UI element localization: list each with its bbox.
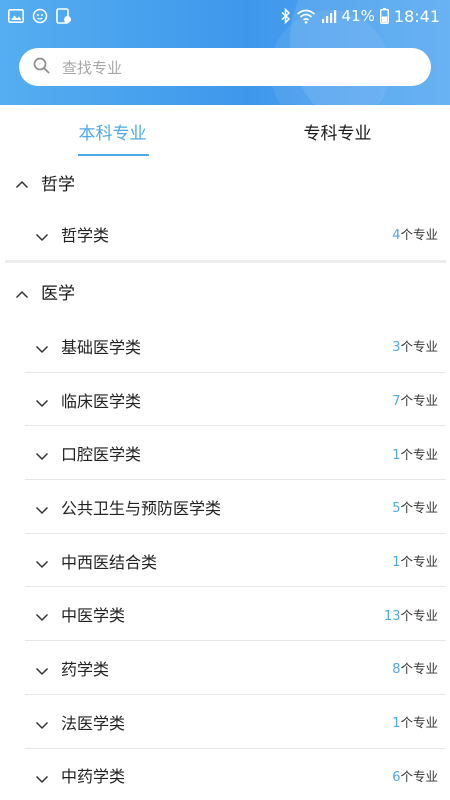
major-count: 1个专业 — [392, 554, 438, 571]
category-name: 公共卫生与预防医学类 — [61, 498, 222, 518]
degree-tabs: 本科专业 专科专业 — [0, 105, 450, 157]
chevron-down-icon — [35, 715, 49, 734]
section-title: 医学 — [41, 283, 75, 304]
app-header: 41% 18:41 查找专业 — [0, 0, 450, 105]
major-count: 5个专业 — [392, 500, 438, 517]
search-placeholder: 查找专业 — [62, 58, 123, 77]
list-item[interactable]: 公共卫生与预防医学类 5个专业 — [0, 480, 450, 534]
chevron-up-icon — [15, 174, 29, 193]
gallery-notification-icon — [8, 9, 24, 23]
section-title: 哲学 — [41, 174, 75, 195]
chevron-down-icon — [35, 500, 49, 519]
major-count: 6个专业 — [392, 768, 438, 785]
section-header-philosophy[interactable]: 哲学 — [0, 157, 450, 207]
list-item[interactable]: 哲学类 4个专业 — [0, 207, 450, 260]
bluetooth-icon — [281, 8, 291, 24]
list-item[interactable]: 药学类 8个专业 — [0, 641, 450, 695]
category-name: 中医学类 — [61, 606, 126, 626]
chevron-down-icon — [35, 393, 49, 412]
signal-icon — [321, 9, 337, 24]
chevron-down-icon — [35, 661, 49, 680]
list-item[interactable]: 临床医学类 7个专业 — [0, 373, 450, 427]
chevron-down-icon — [35, 554, 49, 573]
category-name: 基础医学类 — [61, 337, 142, 357]
status-bar: 41% 18:41 — [0, 0, 450, 32]
tab-label: 专科专业 — [303, 123, 372, 144]
major-count: 7个专业 — [392, 393, 438, 410]
list-item[interactable]: 基础医学类 3个专业 — [0, 319, 450, 373]
screenshot-notification-icon — [56, 8, 72, 24]
category-name: 口腔医学类 — [61, 445, 142, 465]
chevron-down-icon — [35, 339, 49, 358]
chevron-down-icon — [35, 607, 49, 626]
major-count: 13个专业 — [383, 607, 438, 624]
section-header-medicine[interactable]: 医学 — [0, 263, 450, 319]
battery-percentage: 41% — [341, 7, 375, 25]
battery-icon — [379, 8, 389, 24]
tab-junior-college[interactable]: 专科专业 — [225, 105, 450, 157]
clock: 18:41 — [393, 6, 440, 26]
search-input[interactable]: 查找专业 — [19, 48, 431, 86]
category-name: 法医学类 — [61, 713, 126, 733]
tab-label: 本科专业 — [78, 123, 147, 144]
list-item[interactable]: 法医学类 1个专业 — [0, 695, 450, 749]
wifi-icon — [296, 8, 316, 24]
list-item[interactable]: 口腔医学类 1个专业 — [0, 426, 450, 481]
app-notification-icon — [32, 8, 48, 24]
category-name: 药学类 — [61, 659, 110, 679]
chevron-down-icon — [35, 769, 49, 788]
category-name: 临床医学类 — [61, 391, 142, 411]
search-icon — [33, 57, 50, 78]
major-count: 8个专业 — [392, 661, 438, 678]
major-count: 1个专业 — [392, 446, 438, 463]
tab-undergraduate[interactable]: 本科专业 — [0, 105, 225, 157]
list-item[interactable]: 中医学类 13个专业 — [0, 587, 450, 642]
category-name: 中药学类 — [61, 767, 126, 787]
major-list: 哲学 哲学类 4个专业 医学 基础医学类 3个专业 临床医学类 7个专业 口腔医… — [0, 157, 450, 800]
major-count: 1个专业 — [392, 715, 438, 732]
chevron-up-icon — [15, 284, 29, 303]
category-name: 哲学类 — [61, 225, 110, 245]
active-tab-indicator — [78, 154, 149, 156]
list-item[interactable]: 中药学类 6个专业 — [0, 749, 450, 800]
list-item[interactable]: 中西医结合类 1个专业 — [0, 534, 450, 588]
chevron-down-icon — [35, 227, 49, 246]
chevron-down-icon — [35, 446, 49, 465]
major-count: 4个专业 — [392, 227, 438, 243]
category-name: 中西医结合类 — [61, 552, 158, 572]
major-count: 3个专业 — [392, 339, 438, 356]
